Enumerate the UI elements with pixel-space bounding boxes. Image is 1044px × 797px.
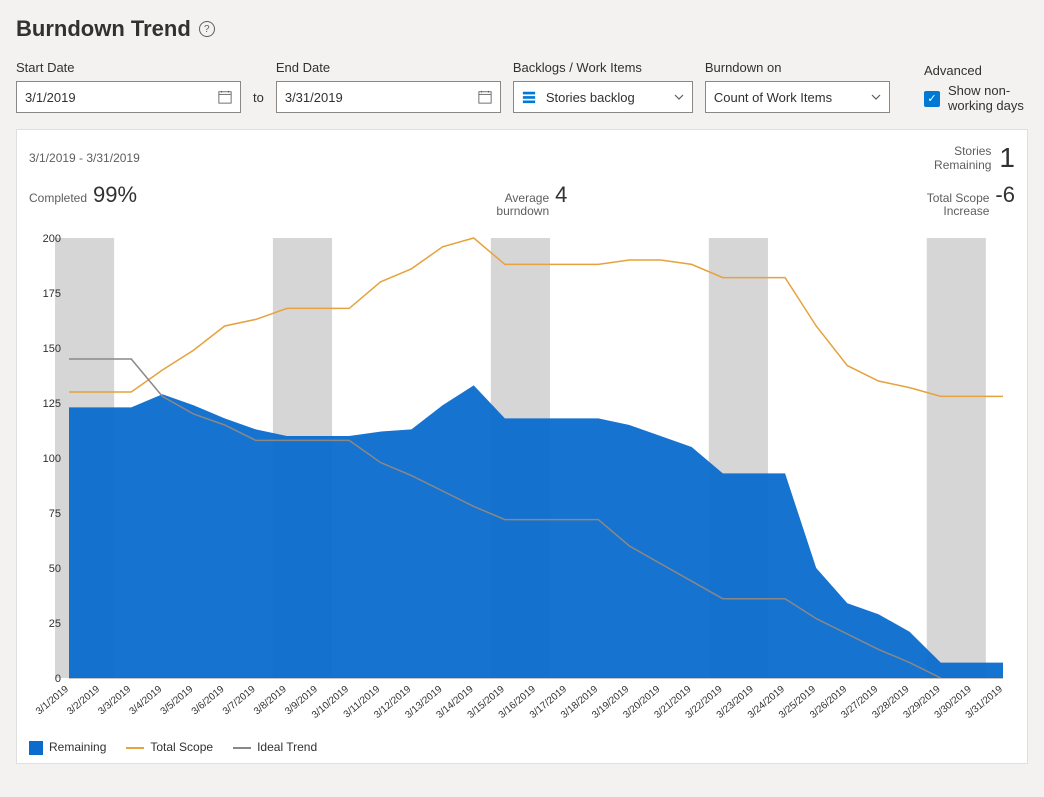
show-nonworking-checkbox[interactable]: ✓ — [924, 91, 940, 107]
svg-text:25: 25 — [49, 618, 61, 630]
total-scope-label: Total Scope Increase — [919, 192, 989, 218]
calendar-icon — [478, 90, 492, 104]
svg-text:3/2/2019: 3/2/2019 — [65, 684, 102, 718]
to-label: to — [253, 90, 264, 113]
start-date-input[interactable]: 3/1/2019 — [16, 81, 241, 113]
backlogs-select[interactable]: Stories backlog — [513, 81, 693, 113]
svg-text:175: 175 — [43, 288, 61, 300]
svg-text:3/1/2019: 3/1/2019 — [34, 684, 71, 718]
svg-text:3/7/2019: 3/7/2019 — [221, 684, 258, 718]
legend-remaining: Remaining — [29, 740, 106, 755]
page-title: Burndown Trend — [16, 16, 191, 42]
svg-text:150: 150 — [43, 343, 61, 355]
legend-ideal: Ideal Trend — [233, 740, 317, 755]
controls-row: Start Date 3/1/2019 to End Date 3/31/201… — [16, 60, 1028, 113]
end-date-value: 3/31/2019 — [285, 90, 343, 105]
svg-text:50: 50 — [49, 563, 61, 575]
legend-total-scope: Total Scope — [126, 740, 213, 755]
avg-burndown-value: 4 — [555, 182, 567, 208]
backlogs-label: Backlogs / Work Items — [513, 60, 693, 75]
avg-burndown-label: Average burndown — [489, 192, 549, 218]
svg-text:3/5/2019: 3/5/2019 — [159, 684, 196, 718]
completed-label: Completed — [29, 192, 87, 205]
start-date-value: 3/1/2019 — [25, 90, 76, 105]
chevron-down-icon — [674, 92, 684, 102]
chevron-down-icon — [871, 92, 881, 102]
stories-remaining-value: 1 — [999, 142, 1015, 174]
burndown-on-select[interactable]: Count of Work Items — [705, 81, 890, 113]
svg-text:3/8/2019: 3/8/2019 — [252, 684, 289, 718]
svg-text:100: 100 — [43, 453, 61, 465]
advanced-label: Advanced — [924, 63, 1028, 78]
backlog-icon — [522, 90, 536, 104]
backlogs-value: Stories backlog — [546, 90, 635, 105]
burndown-on-label: Burndown on — [705, 60, 890, 75]
date-range-text: 3/1/2019 - 3/31/2019 — [29, 151, 140, 165]
show-nonworking-label: Show non-working days — [948, 84, 1028, 113]
end-date-label: End Date — [276, 60, 501, 75]
svg-text:200: 200 — [43, 233, 61, 245]
svg-text:3/3/2019: 3/3/2019 — [96, 684, 133, 718]
burndown-on-value: Count of Work Items — [714, 90, 832, 105]
chart-panel: 3/1/2019 - 3/31/2019 Stories Remaining 1… — [16, 129, 1028, 764]
end-date-input[interactable]: 3/31/2019 — [276, 81, 501, 113]
remaining-label: Remaining — [934, 158, 991, 172]
legend: Remaining Total Scope Ideal Trend — [29, 740, 1015, 755]
completed-value: 99% — [93, 182, 137, 208]
burndown-chart: 02550751001251501752003/1/20193/2/20193/… — [29, 228, 1013, 728]
stories-label: Stories — [954, 144, 991, 158]
start-date-label: Start Date — [16, 60, 241, 75]
calendar-icon — [218, 90, 232, 104]
svg-text:0: 0 — [55, 673, 61, 685]
svg-text:3/6/2019: 3/6/2019 — [190, 684, 227, 718]
svg-text:75: 75 — [49, 508, 61, 520]
svg-text:3/4/2019: 3/4/2019 — [127, 684, 164, 718]
total-scope-value: -6 — [995, 182, 1015, 208]
help-icon[interactable]: ? — [199, 21, 215, 37]
svg-text:125: 125 — [43, 398, 61, 410]
